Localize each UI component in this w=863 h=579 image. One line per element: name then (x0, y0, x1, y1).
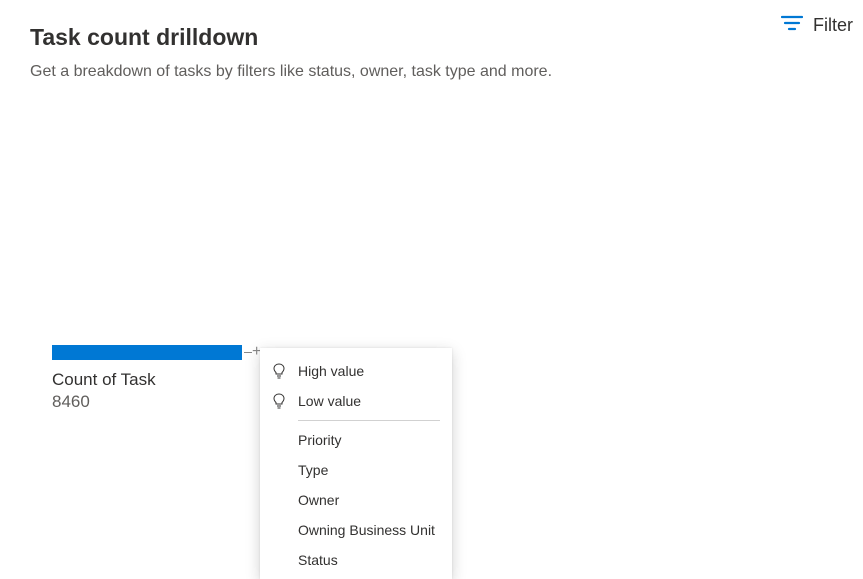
lightbulb-icon (272, 363, 292, 379)
metric-value: 8460 (52, 392, 252, 412)
decomposition-tree-root: + Count of Task 8460 (52, 345, 252, 412)
menu-item-status[interactable]: Status (260, 545, 452, 575)
filter-button[interactable]: Filter (779, 10, 855, 41)
menu-item-type[interactable]: Type (260, 455, 452, 485)
menu-divider (298, 420, 440, 421)
metric-bar[interactable]: + (52, 345, 252, 360)
metric-label: Count of Task (52, 370, 252, 390)
menu-item-label: High value (298, 363, 364, 379)
metric-bar-fill (52, 345, 242, 360)
menu-item-label: Type (298, 462, 328, 478)
page-title: Task count drilldown (30, 24, 552, 51)
page-subtitle: Get a breakdown of tasks by filters like… (30, 63, 552, 81)
menu-item-label: Owning Business Unit (298, 522, 435, 538)
menu-item-label: Low value (298, 393, 361, 409)
filter-button-label: Filter (813, 15, 853, 36)
menu-item-owning-business-unit[interactable]: Owning Business Unit (260, 515, 452, 545)
menu-item-label: Priority (298, 432, 342, 448)
menu-item-priority[interactable]: Priority (260, 425, 452, 455)
filter-icon (781, 14, 803, 37)
menu-item-high-value[interactable]: High value (260, 356, 452, 386)
menu-item-label: Owner (298, 492, 339, 508)
menu-item-label: Status (298, 552, 338, 568)
drilldown-menu: High value Low value Priority Type Owner… (260, 348, 452, 579)
lightbulb-icon (272, 393, 292, 409)
menu-item-owner[interactable]: Owner (260, 485, 452, 515)
bar-tick (244, 352, 252, 353)
menu-item-low-value[interactable]: Low value (260, 386, 452, 416)
